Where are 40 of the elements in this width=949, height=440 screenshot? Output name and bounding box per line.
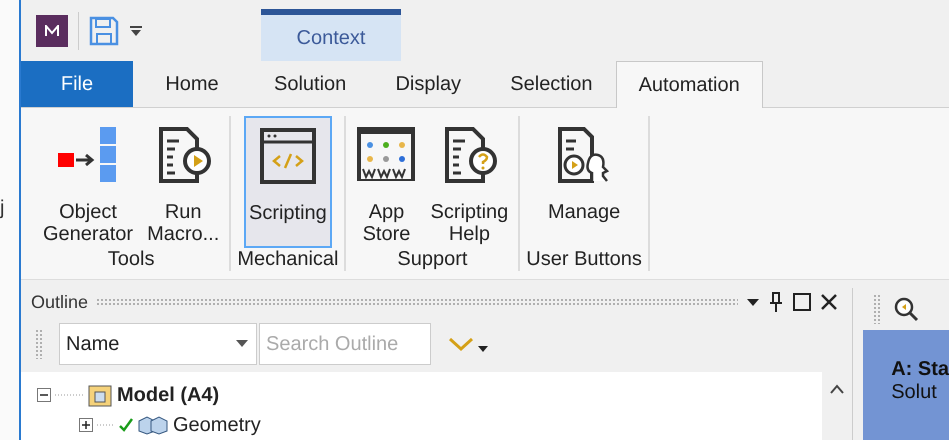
ribbon-button[interactable]: Manage [544, 116, 624, 248]
ribbon-tab[interactable]: Automation [616, 61, 763, 108]
details-title: A: Sta [891, 358, 949, 381]
dropdown-icon[interactable] [746, 297, 760, 307]
collapse-icon[interactable] [37, 388, 51, 402]
close-icon[interactable] [820, 293, 838, 311]
scroll-up-icon[interactable] [830, 384, 844, 394]
file-menu-tab[interactable]: File [21, 61, 133, 107]
geometry-icon [137, 415, 169, 435]
dropdown-icon[interactable] [236, 340, 248, 348]
ribbon-tab[interactable]: Solution [251, 61, 370, 107]
maximize-icon[interactable] [792, 292, 812, 312]
group-label: Tools [108, 248, 154, 271]
app-logo [36, 14, 68, 47]
ribbon-button[interactable]: App Store [352, 116, 420, 248]
dropdown-icon[interactable] [129, 24, 143, 37]
details-text: Solut [891, 381, 938, 404]
ribbon-button[interactable]: Scripting [244, 116, 332, 248]
code-window-icon [258, 126, 318, 186]
group-label: Mechanical [237, 248, 338, 271]
dotted-connector [97, 423, 115, 427]
dotted-connector [55, 393, 83, 397]
ribbon-button[interactable]: Run Macro... [143, 116, 224, 248]
filter-dropdown[interactable]: Name [59, 323, 257, 365]
pin-icon[interactable] [768, 291, 784, 313]
ribbon-tab[interactable]: Selection [487, 61, 616, 107]
ribbon-button[interactable]: Scripting Help [426, 116, 512, 248]
group-label: User Buttons [526, 248, 642, 271]
zoom-icon[interactable] [893, 296, 920, 322]
save-icon[interactable] [89, 16, 119, 46]
ribbon-tab[interactable]: Home [133, 61, 251, 107]
ribbon-tab[interactable]: Display [369, 61, 488, 107]
panel-title: Outline [31, 292, 88, 312]
tree-item[interactable]: Model (A4) [117, 384, 220, 406]
group-label: Support [397, 248, 468, 271]
context-tab[interactable]: Context [261, 9, 401, 62]
search-field[interactable]: Search Outline [259, 323, 431, 365]
expand-icon[interactable] [79, 418, 93, 432]
ribbon-button[interactable]: Object Generator [39, 116, 138, 248]
tree-item[interactable]: Geometry [173, 414, 261, 436]
